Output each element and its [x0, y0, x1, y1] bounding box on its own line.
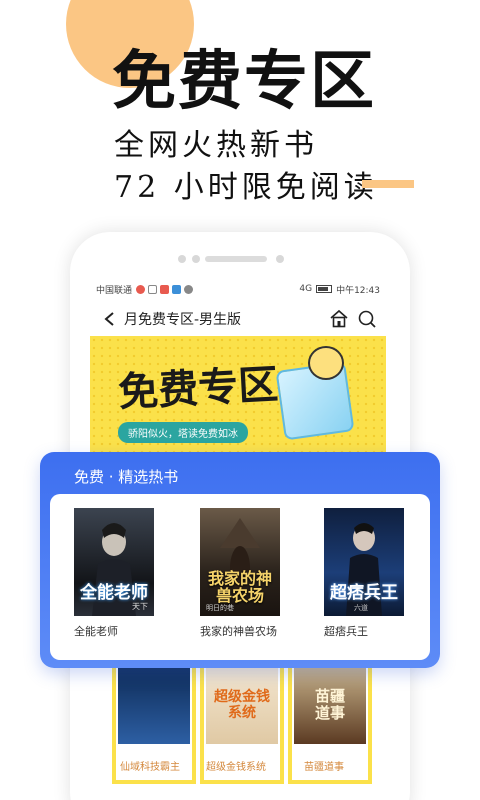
hero-title: 免费专区 [112, 44, 376, 119]
book-cover-title: 超痞兵王 [330, 583, 398, 603]
search-icon[interactable] [356, 308, 378, 330]
back-icon[interactable] [98, 307, 122, 331]
section-title: 免费 · 精选热书 [74, 468, 179, 486]
book-cover-title: 超级金钱系统 [214, 689, 270, 721]
book-cover [118, 666, 190, 744]
hero-subtitle-1: 全网火热新书 [114, 128, 318, 163]
more-books-grid: 仙域科技霸主 超级金钱系统 超级金钱系统 苗疆道事 苗疆道事 [90, 660, 386, 800]
notification-icon [160, 284, 170, 294]
book-title[interactable]: 我家的神兽农场 [200, 624, 286, 640]
book-item[interactable]: 我家的神兽农场 明日的巷 我家的神兽农场 [200, 508, 284, 640]
book-cover-author: 天下 [132, 602, 148, 611]
status-bar: 中国联通 4G 中午12:43 [90, 280, 386, 298]
time-label: 中午12:43 [336, 285, 380, 296]
signal-label: 4G [299, 284, 313, 294]
notification-icons [136, 284, 194, 294]
carrier-label: 中国联通 [96, 285, 133, 296]
featured-books-card: 免费 · 精选热书 全能老师 天下 全能老师 我家的神兽农场 明日的巷 我家的神… [40, 452, 440, 668]
decorative-bar [362, 180, 414, 188]
notification-icon [136, 284, 146, 294]
book-cover[interactable]: 超痞兵王 六道 [324, 508, 404, 616]
page-title: 月免费专区-男生版 [124, 312, 242, 328]
book-cover-title: 全能老师 [80, 583, 148, 603]
book-item[interactable]: 全能老师 天下 全能老师 [74, 508, 158, 640]
book-cover[interactable]: 我家的神兽农场 明日的巷 [200, 508, 280, 616]
home-icon[interactable] [328, 308, 350, 330]
phone-camera-dot [178, 255, 186, 263]
phone-sensor-dot [192, 255, 200, 263]
featured-books-list: 全能老师 天下 全能老师 我家的神兽农场 明日的巷 我家的神兽农场 超痞兵王 六… [50, 494, 430, 660]
battery-icon [316, 285, 333, 293]
book-cover-title: 我家的神兽农场 [207, 569, 272, 605]
book-title[interactable]: 仙域科技霸主 [120, 758, 180, 773]
notification-icon [172, 284, 182, 294]
book-title[interactable]: 苗疆道事 [304, 758, 344, 773]
book-cover-author: 明日的巷 [206, 604, 234, 612]
notification-icon [148, 284, 158, 294]
status-right: 4G 中午12:43 [299, 283, 380, 296]
book-cover[interactable]: 全能老师 天下 [74, 508, 154, 616]
banner-title: 免费专区 [117, 360, 280, 417]
book-cover-author: 六道 [354, 604, 368, 612]
mascot-illustration [308, 346, 344, 380]
banner-slogan: 骄阳似火，塔读免费如冰 [118, 422, 248, 443]
book-title[interactable]: 全能老师 [74, 624, 160, 640]
book-cover-title: 苗疆道事 [314, 687, 345, 722]
phone-sensor-dot [276, 255, 284, 263]
phone-speaker [205, 256, 267, 262]
cloud-icon [184, 284, 194, 294]
nav-bar: 月免费专区-男生版 [90, 302, 386, 336]
hero-subtitle-2: 72 小时限免阅读 [114, 170, 378, 205]
book-item[interactable]: 超痞兵王 六道 超痞兵王 [324, 508, 408, 640]
book-title[interactable]: 超痞兵王 [324, 624, 410, 640]
book-title[interactable]: 超级金钱系统 [206, 758, 266, 773]
